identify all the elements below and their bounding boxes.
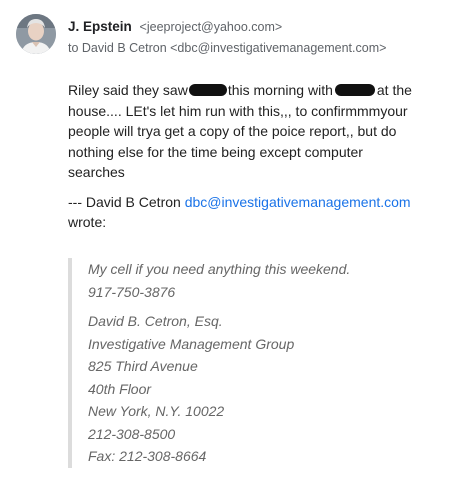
message-text-part-2: this morning with [227,82,333,98]
from-line: J. Epstein <jeeproject@yahoo.com> [68,17,466,37]
signature-line: Investigative Management Group [88,335,295,352]
quoted-intro: My cell if you need anything this weeken… [88,261,351,277]
signature-line: New York, N.Y. 10022 [88,403,225,419]
signature-line: David B. Cetron, Esq. [88,313,223,329]
signature-line: Fax: 212-308-8664 [88,448,207,464]
redaction-mark [188,84,227,96]
quote-header: --- David B Cetron dbc@investigativemana… [68,192,418,233]
message-text: Riley said they saw this morning with at t… [68,80,418,183]
quoted-message: My cell if you need anything this weeken… [68,258,418,468]
avatar[interactable] [16,14,56,54]
quoted-sender-email-link[interactable]: dbc@investigativemanagement.com [185,194,411,210]
redaction-mark [334,84,375,96]
sender-name[interactable]: J. Epstein [68,19,132,34]
quoted-signature: David B. Cetron, Esq. Investigative Mana… [88,310,418,468]
quoted-cell-number: 917-750-3876 [88,283,176,300]
quote-header-prefix: --- David B Cetron [68,193,185,210]
message-body: Riley said they saw this morning with at t… [68,80,418,233]
signature-line: 40th Floor [88,380,152,397]
signature-line: 825 Third Avenue [88,358,198,374]
sender-email[interactable]: <jeeproject@yahoo.com> [140,20,283,34]
message-text-part-1: Riley said they saw [68,82,188,98]
message-header: J. Epstein <jeeproject@yahoo.com> to Dav… [68,17,466,58]
signature-line: 212-308-8500 [88,425,176,442]
quote-header-suffix: wrote: [68,214,107,230]
recipient-line[interactable]: to David B Cetron <dbc@investigativemana… [68,38,466,58]
person-avatar-icon [16,14,56,54]
